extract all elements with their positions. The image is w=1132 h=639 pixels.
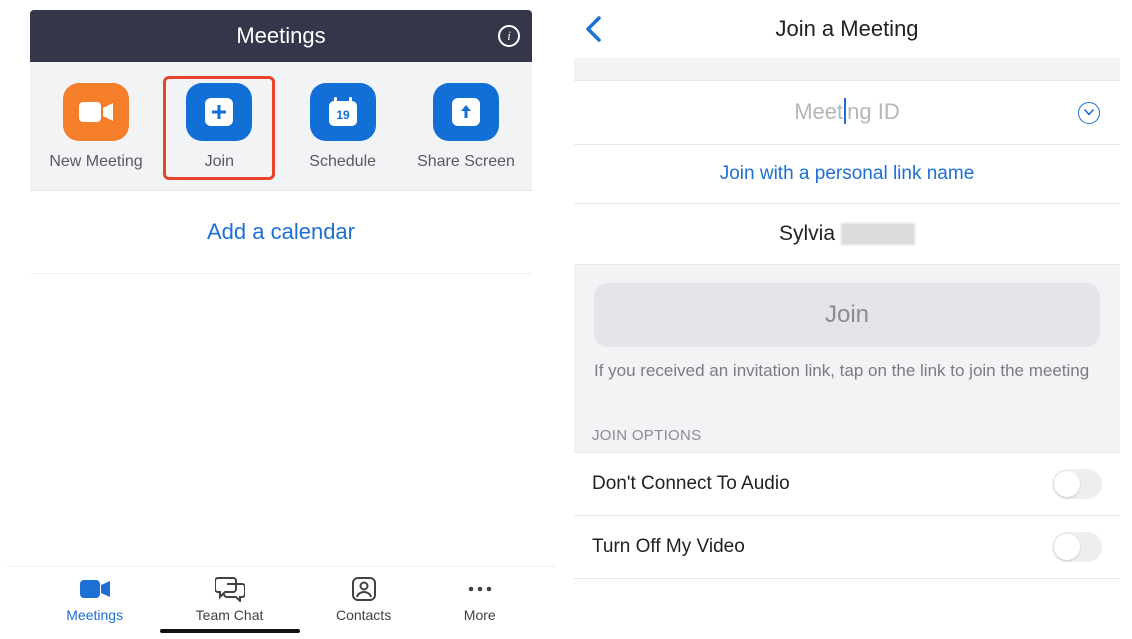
- user-name: Sylvia: [779, 222, 835, 246]
- join-section: Join If you received an invitation link,…: [574, 265, 1120, 399]
- join-label: Join: [205, 153, 234, 171]
- option-video-label: Turn Off My Video: [592, 536, 745, 558]
- option-dont-connect-audio: Don't Connect To Audio: [574, 452, 1120, 515]
- option-audio-label: Don't Connect To Audio: [592, 473, 790, 495]
- tab-more[interactable]: More: [464, 575, 496, 623]
- bottom-tabbar: Meetings Team Chat Contacts More: [6, 566, 556, 639]
- tab-contacts-label: Contacts: [336, 607, 391, 623]
- tab-meetings[interactable]: Meetings: [66, 575, 123, 623]
- redacted-lastname: [841, 223, 915, 245]
- join-header: Join a Meeting: [574, 0, 1120, 58]
- join-title: Join a Meeting: [775, 16, 918, 42]
- option-turn-off-video: Turn Off My Video: [574, 515, 1120, 579]
- info-icon[interactable]: i: [498, 25, 520, 47]
- schedule-label: Schedule: [309, 153, 376, 171]
- tab-contacts[interactable]: Contacts: [336, 575, 391, 623]
- svg-text:19: 19: [336, 108, 350, 122]
- tab-meetings-label: Meetings: [66, 607, 123, 623]
- calendar-icon: 19: [310, 83, 376, 141]
- share-screen-button[interactable]: Share Screen: [410, 76, 522, 180]
- header-title: Meetings: [236, 23, 325, 49]
- actions-row: New Meeting Join 19 Schedule: [30, 62, 532, 190]
- meeting-id-placeholder: Meetng ID: [794, 99, 900, 126]
- tab-more-label: More: [464, 607, 496, 623]
- tab-team-chat-label: Team Chat: [196, 607, 264, 623]
- toggle-video[interactable]: [1052, 532, 1102, 562]
- display-name-field[interactable]: Sylvia: [574, 204, 1120, 265]
- text-cursor: [844, 98, 846, 124]
- contacts-icon: [351, 575, 377, 603]
- meeting-id-field[interactable]: Meetng ID: [574, 80, 1120, 145]
- new-meeting-label: New Meeting: [49, 153, 142, 171]
- meetings-header: Meetings i: [30, 10, 532, 62]
- dropdown-icon[interactable]: [1078, 102, 1100, 124]
- join-options-label: JOIN OPTIONS: [574, 399, 1120, 452]
- add-calendar-link[interactable]: Add a calendar: [30, 190, 532, 274]
- video-icon: [63, 83, 129, 141]
- join-hint: If you received an invitation link, tap …: [594, 359, 1100, 383]
- join-submit-button[interactable]: Join: [594, 283, 1100, 347]
- plus-icon: [186, 83, 252, 141]
- personal-link-option[interactable]: Join with a personal link name: [574, 145, 1120, 204]
- toggle-audio[interactable]: [1052, 469, 1102, 499]
- join-button-highlighted[interactable]: Join: [163, 76, 275, 180]
- tab-team-chat[interactable]: Team Chat: [196, 575, 264, 623]
- camera-icon: [80, 575, 110, 603]
- chat-icon: [215, 575, 245, 603]
- more-icon: [467, 575, 493, 603]
- share-screen-label: Share Screen: [417, 153, 515, 171]
- schedule-button[interactable]: 19 Schedule: [287, 76, 399, 180]
- back-icon[interactable]: [584, 15, 602, 43]
- home-indicator: [160, 629, 300, 633]
- new-meeting-button[interactable]: New Meeting: [40, 76, 152, 180]
- share-icon: [433, 83, 499, 141]
